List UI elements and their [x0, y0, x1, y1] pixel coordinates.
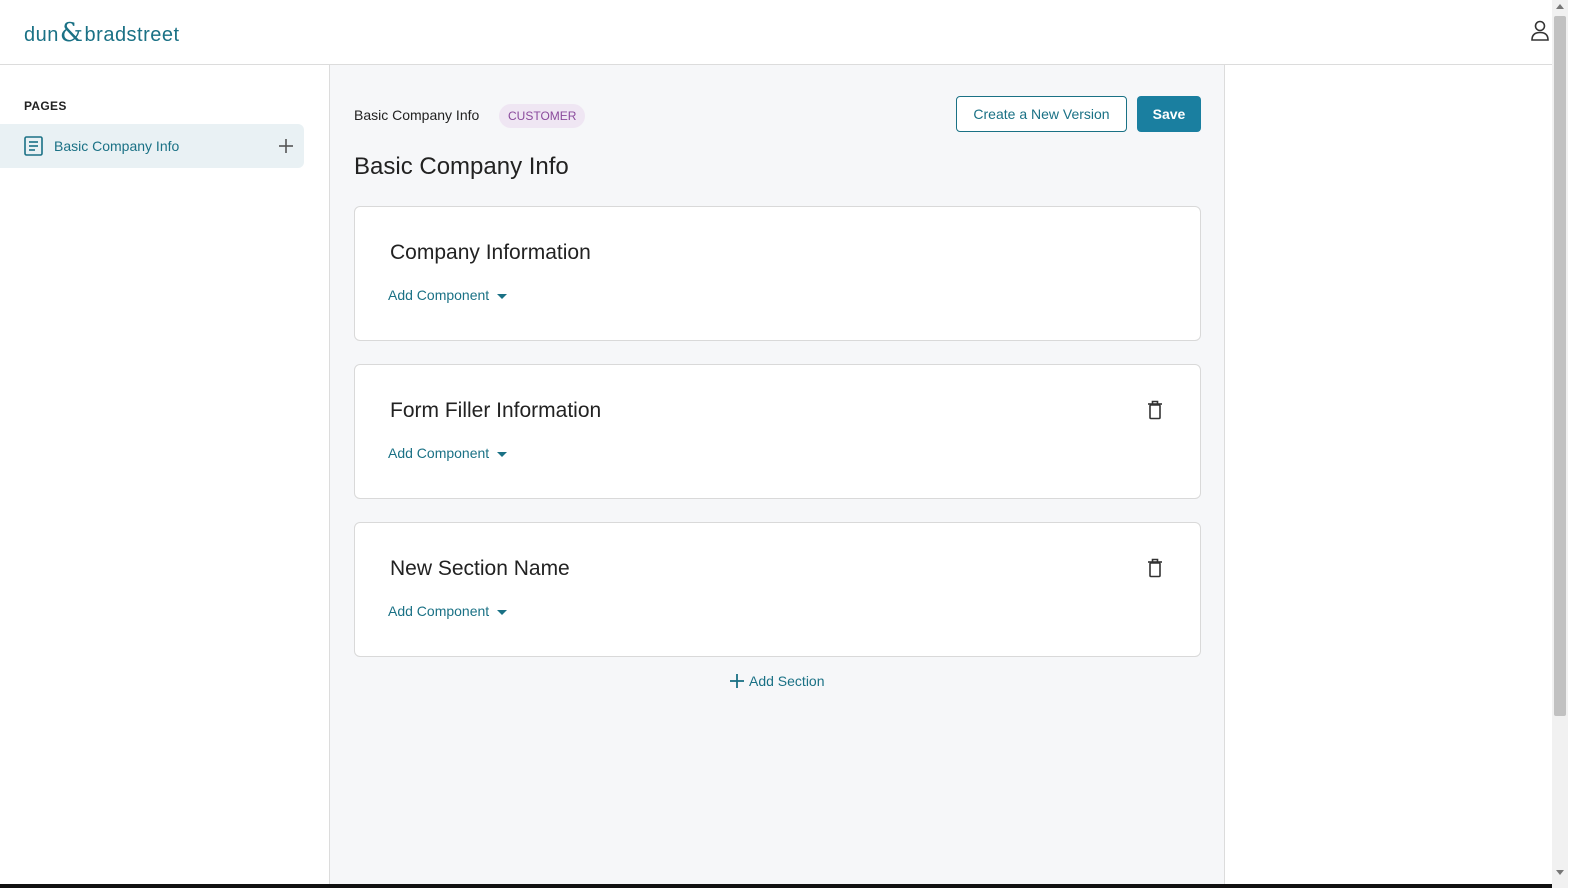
scrollbar-thumb[interactable] [1554, 16, 1566, 716]
sidebar-item-label: Basic Company Info [54, 138, 180, 154]
add-component-dropdown[interactable]: Add Component [388, 445, 508, 461]
trash-icon[interactable] [1147, 558, 1163, 578]
section-title[interactable]: Company Information [390, 241, 591, 265]
add-component-label: Add Component [388, 603, 490, 619]
page-title: Basic Company Info [354, 153, 569, 180]
chevron-down-icon [497, 451, 508, 457]
scroll-down-arrow-icon[interactable] [1556, 870, 1564, 875]
logo-text-dun: dun [24, 24, 59, 46]
add-component-dropdown[interactable]: Add Component [388, 287, 508, 303]
user-icon[interactable] [1530, 20, 1550, 42]
add-section-label: Add Section [749, 673, 825, 689]
sidebar: PAGES Basic Company Info [0, 65, 330, 888]
right-panel [1225, 65, 1537, 888]
save-button[interactable]: Save [1137, 96, 1201, 132]
add-component-label: Add Component [388, 287, 490, 303]
logo-ampersand: & [59, 18, 84, 48]
section-card: Company Information Add Component [354, 206, 1201, 341]
sidebar-item-basic-company-info[interactable]: Basic Company Info [0, 124, 304, 168]
top-bar: dun & bradstreet [0, 0, 1562, 65]
dnb-logo[interactable]: dun & bradstreet [24, 18, 180, 48]
trash-icon[interactable] [1147, 400, 1163, 420]
section-title[interactable]: Form Filler Information [390, 399, 601, 423]
chevron-down-icon [497, 609, 508, 615]
scroll-up-arrow-icon[interactable] [1556, 4, 1564, 9]
chevron-down-icon [497, 293, 508, 299]
section-card: Form Filler Information Add Component [354, 364, 1201, 499]
section-title[interactable]: New Section Name [390, 557, 570, 581]
add-component-label: Add Component [388, 445, 490, 461]
vertical-scrollbar[interactable] [1552, 0, 1568, 888]
customer-badge: CUSTOMER [499, 104, 586, 128]
add-section-button[interactable]: Add Section [730, 673, 825, 689]
section-card: New Section Name Add Component [354, 522, 1201, 657]
add-component-dropdown[interactable]: Add Component [388, 603, 508, 619]
sidebar-heading: PAGES [24, 99, 67, 113]
breadcrumb: Basic Company Info [354, 107, 480, 123]
plus-icon [730, 674, 744, 688]
create-new-version-button[interactable]: Create a New Version [956, 96, 1127, 132]
bottom-border [0, 884, 1552, 888]
main-content: Basic Company Info CUSTOMER Create a New… [330, 65, 1225, 888]
logo-text-bradstreet: bradstreet [84, 24, 180, 46]
document-icon [24, 136, 43, 156]
add-page-plus-icon[interactable] [277, 137, 295, 155]
